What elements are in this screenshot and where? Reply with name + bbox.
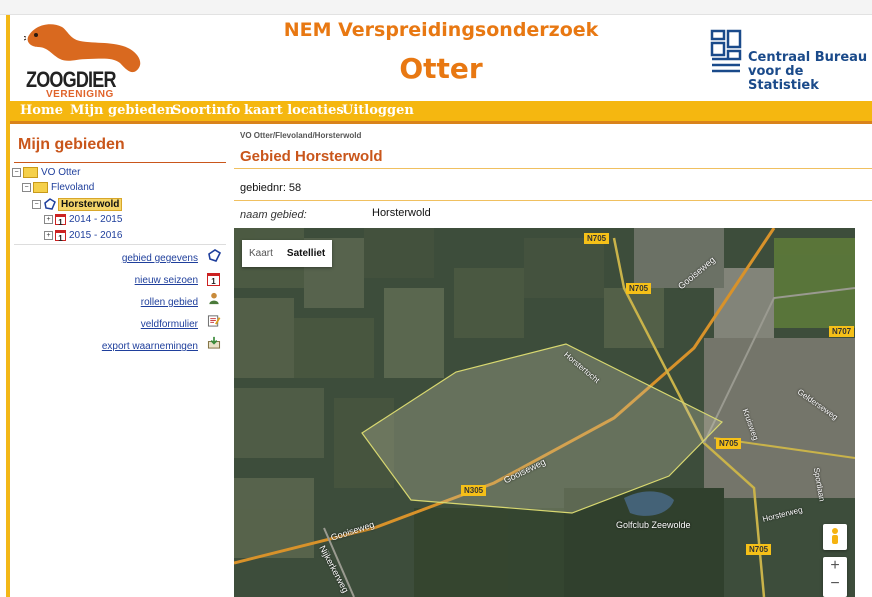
page-title: Gebied Horsterwold <box>240 148 383 165</box>
export-icon[interactable] <box>207 336 221 349</box>
main-nav: Home Mijn gebieden Soortinfo kaart locat… <box>10 101 872 121</box>
sidebar-divider <box>14 162 226 163</box>
cbs-logo-icon <box>710 29 742 73</box>
user-icon[interactable] <box>207 292 221 305</box>
nav-underline <box>10 121 872 124</box>
road-shield-n705: N705 <box>626 283 652 294</box>
cbs-logo[interactable]: Centraal Bureau voor de Statistiek <box>710 29 870 93</box>
nav-mijn-gebieden[interactable]: Mijn gebieden <box>70 103 174 118</box>
road-shield-n707: N707 <box>829 326 855 337</box>
tree-item-season-2015[interactable]: +1 2015 - 2016 <box>44 230 122 243</box>
satellite-map[interactable]: Kaart Satelliet N705 N705 N707 N705 N305… <box>234 228 855 597</box>
form-edit-icon[interactable] <box>207 314 221 327</box>
sidebar-title: Mijn gebieden <box>18 136 125 153</box>
tree-item-flevoland[interactable]: − Flevoland <box>22 182 94 193</box>
road-shield-n705: N705 <box>716 438 742 449</box>
area-polygon-icon <box>44 198 56 210</box>
tree-item-horsterwold[interactable]: − Horsterwold <box>32 197 123 211</box>
browser-top-strip <box>0 0 872 15</box>
poi-label-golfclub: Golfclub Zeewolde <box>616 520 691 530</box>
zoom-controls: + − <box>823 557 847 597</box>
tree-label-selected[interactable]: Horsterwold <box>58 197 123 211</box>
nav-kaart-locaties[interactable]: kaart locaties <box>244 103 344 118</box>
nav-soortinfo[interactable]: Soortinfo <box>172 103 240 118</box>
nav-uitloggen[interactable]: Uitloggen <box>342 103 414 118</box>
tree-label[interactable]: 2015 - 2016 <box>69 230 122 241</box>
map-type-toggle: Kaart Satelliet <box>242 240 333 267</box>
polygon-icon[interactable] <box>207 249 221 262</box>
zoom-in-button[interactable]: + <box>823 557 847 575</box>
street-view-pegman[interactable] <box>823 524 847 550</box>
logo-subtitle: VERENIGING <box>46 89 114 100</box>
calendar-add-icon[interactable]: 1 <box>207 271 221 287</box>
expand-icon[interactable]: + <box>44 215 53 224</box>
pegman-icon <box>832 528 838 544</box>
cbs-line2: voor de Statistiek <box>748 64 819 93</box>
collapse-icon[interactable]: − <box>12 168 21 177</box>
road-shield-n705: N705 <box>746 544 772 555</box>
title-divider <box>234 168 872 169</box>
map-imagery <box>234 228 855 597</box>
calendar-icon: 1 <box>55 214 66 227</box>
area-number: gebiednr: 58 <box>240 182 302 194</box>
rollen-gebied-link[interactable]: rollen gebied <box>141 297 198 308</box>
nieuw-seizoen-link[interactable]: nieuw seizoen <box>135 275 198 286</box>
collapse-icon[interactable]: − <box>22 183 31 192</box>
breadcrumb: VO Otter/Flevoland/Horsterwold <box>240 131 362 140</box>
area-actions: gebied gegevens nieuw seizoen rollen geb… <box>20 248 198 358</box>
zoom-out-button[interactable]: − <box>823 575 847 593</box>
tree-label[interactable]: Flevoland <box>51 182 94 193</box>
map-type-kaart[interactable]: Kaart <box>242 240 280 267</box>
veldformulier-link[interactable]: veldformulier <box>141 319 198 330</box>
road-shield-n705: N705 <box>584 233 610 244</box>
tree-label[interactable]: 2014 - 2015 <box>69 214 122 225</box>
area-name-label: naam gebied: <box>240 209 307 221</box>
export-waarnemingen-link[interactable]: export waarnemingen <box>102 341 198 352</box>
calendar-icon: 1 <box>55 230 66 243</box>
field-divider <box>234 200 872 201</box>
gebied-gegevens-link[interactable]: gebied gegevens <box>122 253 198 264</box>
collapse-icon[interactable]: − <box>32 199 41 209</box>
cbs-line1: Centraal Bureau <box>748 50 868 65</box>
map-type-satelliet[interactable]: Satelliet <box>280 240 332 267</box>
folder-icon <box>23 167 38 178</box>
tree-item-vo-otter[interactable]: − VO Otter <box>12 167 80 178</box>
tree-item-season-2014[interactable]: +1 2014 - 2015 <box>44 214 122 227</box>
tree-divider <box>14 244 226 245</box>
folder-icon <box>33 182 48 193</box>
nav-home[interactable]: Home <box>20 103 63 118</box>
expand-icon[interactable]: + <box>44 231 53 240</box>
road-shield-n305: N305 <box>461 485 487 496</box>
tree-label[interactable]: VO Otter <box>41 167 80 178</box>
area-name-value: Horsterwold <box>372 207 431 219</box>
page-header: ZOOGDIER VERENIGING NEM Verspreidingsond… <box>10 15 872 101</box>
